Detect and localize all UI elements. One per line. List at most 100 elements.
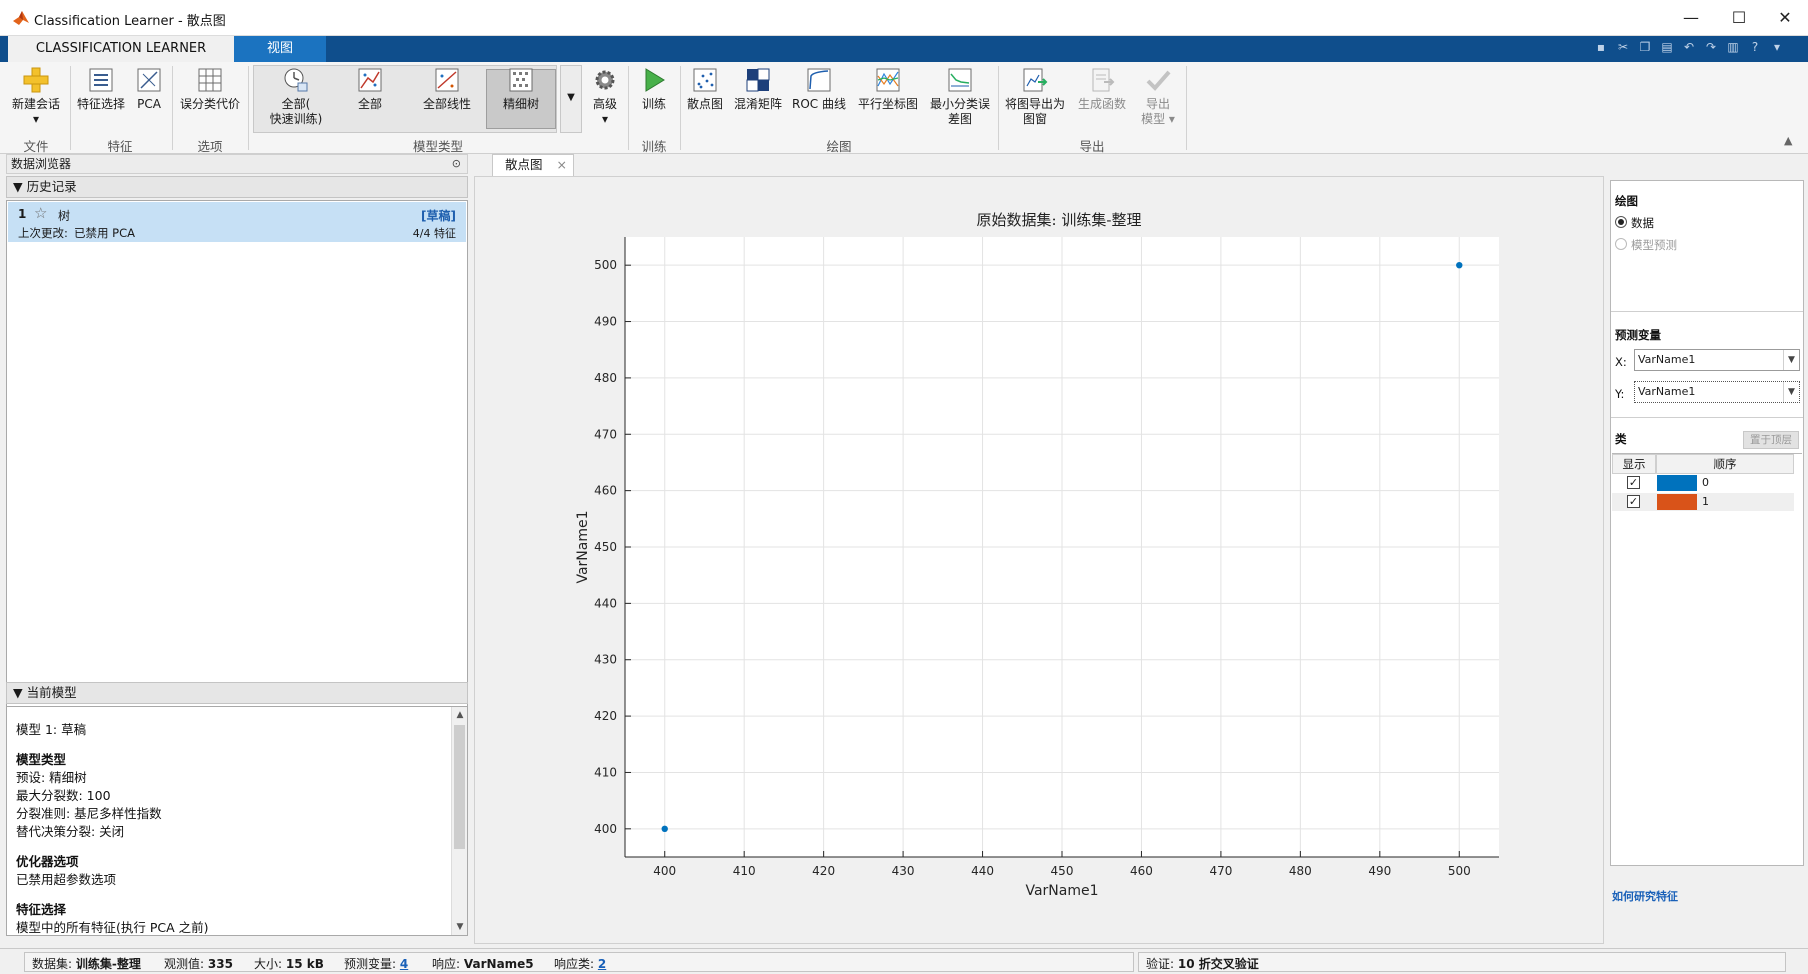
collapse-triangle-icon: ▼ <box>13 179 23 194</box>
tab-view[interactable]: 视图 <box>234 36 326 62</box>
scatter-plot-button[interactable]: 散点图 <box>684 66 726 112</box>
roc-curve-icon <box>807 68 831 92</box>
minimize-button[interactable]: — <box>1677 6 1705 30</box>
maximize-button[interactable]: ☐ <box>1725 6 1753 30</box>
advanced-button[interactable]: 高级 ▾ <box>586 66 624 127</box>
cut-icon[interactable]: ✂ <box>1614 40 1632 58</box>
class-row[interactable]: ✓ 0 <box>1612 474 1794 492</box>
status-observations: 335 <box>207 957 233 971</box>
predictors-heading: 预测变量 <box>1615 328 1661 342</box>
x-tick-label: 450 <box>1051 864 1074 878</box>
class-row[interactable]: ✓ 1 <box>1612 493 1794 511</box>
roc-curve-button[interactable]: ROC 曲线 <box>790 66 848 112</box>
y-predictor-select[interactable]: VarName1 ▼ <box>1634 381 1800 403</box>
export-plot-to-figure-button[interactable]: 将图导出为 图窗 <box>1002 66 1068 127</box>
ribbon-separator <box>998 66 999 150</box>
layout-icon[interactable]: ▥ <box>1724 40 1742 58</box>
x-tick-labels: 400 410 420 430 440 450 460 470 480 490 500 <box>653 864 1470 878</box>
y-axis-select-label: Y: <box>1615 387 1625 401</box>
move-to-top-button[interactable]: 置于顶层 <box>1743 431 1799 449</box>
fine-tree-button[interactable]: 精细树 <box>488 66 554 112</box>
new-session-button[interactable]: 新建会话 ▾ <box>6 66 66 127</box>
min-classification-error-button[interactable]: 最小分类误 差图 <box>926 66 994 127</box>
column-header-show[interactable]: 显示 <box>1612 454 1656 474</box>
collapse-ribbon-icon[interactable]: ▲ <box>1784 134 1792 147</box>
undo-icon[interactable]: ↶ <box>1680 40 1698 58</box>
panel-menu-icon[interactable]: ⊙ <box>452 155 461 173</box>
y-tick-label: 410 <box>594 765 617 779</box>
y-tick-label: 500 <box>594 258 617 272</box>
x-tick-label: 460 <box>1130 864 1153 878</box>
scrollbar-thumb[interactable] <box>454 725 465 849</box>
chevron-down-icon: ▾ <box>601 112 609 126</box>
history-header[interactable]: ▼ 历史记录 <box>6 176 468 198</box>
feature-count: 4/4 特征 <box>412 227 456 240</box>
scroll-down-icon[interactable]: ▼ <box>452 919 467 935</box>
x-tick-label: 480 <box>1289 864 1312 878</box>
ribbon-separator <box>70 66 71 150</box>
help-icon[interactable]: ? <box>1746 40 1764 58</box>
classes-table: 显示 顺序 ✓ 0 ✓ 1 <box>1612 453 1802 865</box>
misclassification-costs-button[interactable]: 误分类代价 <box>176 66 244 112</box>
copy-icon[interactable]: ❐ <box>1636 40 1654 58</box>
scatter-point[interactable] <box>661 825 668 833</box>
class-color-swatch <box>1657 475 1697 491</box>
section-divider <box>1611 417 1803 418</box>
optimizer-options-line: 已禁用超参数选项 <box>16 872 117 887</box>
confusion-matrix-icon <box>746 68 770 92</box>
class-show-checkbox[interactable]: ✓ <box>1627 476 1640 489</box>
redo-icon[interactable]: ↷ <box>1702 40 1720 58</box>
favorite-star-icon[interactable]: ☆ <box>34 204 47 222</box>
plot-area: 原始数据集: 训练集-整理 400 410 420 430 440 450 460 470 48… <box>474 176 1604 944</box>
generate-function-icon <box>1092 68 1115 92</box>
play-icon <box>645 68 665 92</box>
title-bar: Classification Learner - 散点图 — ☐ ✕ <box>0 0 1808 36</box>
quick-access-menu-icon[interactable]: ▾ <box>1768 40 1786 58</box>
all-models-button[interactable]: 全部 <box>336 66 404 112</box>
x-tick-label: 400 <box>653 864 676 878</box>
y-tick-labels: 400 410 420 430 440 450 460 470 480 490 500 <box>594 258 617 836</box>
class-show-checkbox[interactable]: ✓ <box>1627 495 1640 508</box>
ribbon-tab-strip: CLASSIFICATION LEARNER 视图 ▪ ✂ ❐ ▤ ↶ ↷ ▥ … <box>0 36 1808 62</box>
save-icon[interactable]: ▪ <box>1592 40 1610 58</box>
radio-model-predictions[interactable] <box>1615 238 1627 250</box>
section-divider <box>1611 311 1803 312</box>
model-title-line: 模型 1: 草稿 <box>16 722 87 737</box>
scatter-chart[interactable]: 原始数据集: 训练集-整理 400 410 420 430 440 450 460 470 48… <box>475 177 1603 943</box>
export-model-button[interactable]: 导出 模型 ▾ <box>1134 66 1182 127</box>
all-quick-to-train-button[interactable]: 全部( 快速训练) <box>262 66 330 127</box>
fine-tree-icon <box>509 68 533 92</box>
status-predictors-link[interactable]: 4 <box>400 957 408 971</box>
tab-scatter-plot[interactable]: 散点图 × <box>492 154 574 176</box>
paste-icon[interactable]: ▤ <box>1658 40 1676 58</box>
history-item[interactable]: 1 ☆ 树 [草稿] 上次更改: 已禁用 PCA 4/4 特征 <box>8 202 466 242</box>
column-header-order[interactable]: 顺序 <box>1656 454 1794 474</box>
status-bar: 数据集: 训练集-整理 观测值: 335 大小: 15 kB 预测变量: 4 响… <box>0 948 1808 974</box>
radio-data[interactable] <box>1615 216 1627 228</box>
tab-classification-learner[interactable]: CLASSIFICATION LEARNER <box>8 36 234 62</box>
confusion-matrix-button[interactable]: 混淆矩阵 <box>732 66 784 112</box>
train-button[interactable]: 训练 <box>634 66 674 112</box>
parallel-coordinates-button[interactable]: 平行坐标图 <box>854 66 922 112</box>
chevron-down-icon: ▾ <box>32 112 40 126</box>
close-window-button[interactable]: ✕ <box>1771 6 1799 30</box>
y-tick-label: 430 <box>594 653 617 667</box>
scroll-up-icon[interactable]: ▲ <box>452 707 467 723</box>
gallery-expand-button[interactable]: ▼ <box>560 65 582 133</box>
status-response-classes-link[interactable]: 2 <box>598 957 606 971</box>
surrogate-splits-line: 替代决策分裂: 关闭 <box>16 824 125 839</box>
scatter-point[interactable] <box>1456 261 1463 269</box>
pca-button[interactable]: PCA <box>132 66 166 112</box>
x-tick-label: 500 <box>1448 864 1471 878</box>
current-model-header[interactable]: ▼ 当前模型 <box>6 682 468 704</box>
all-linear-button[interactable]: 全部线性 <box>410 66 484 112</box>
close-tab-icon[interactable]: × <box>557 155 567 175</box>
feature-list-icon <box>89 68 113 92</box>
x-predictor-select[interactable]: VarName1 ▼ <box>1634 349 1800 371</box>
new-session-plus-icon <box>23 67 49 93</box>
model-details-scrollbar[interactable]: ▲ ▼ <box>451 707 467 935</box>
feature-selection-button[interactable]: 特征选择 <box>74 66 128 112</box>
generate-function-button[interactable]: 生成函数 <box>1074 66 1130 112</box>
help-link-how-to-investigate-features[interactable]: 如何研究特征 <box>1612 888 1678 904</box>
radio-model-predictions-label: 模型预测 <box>1631 238 1677 252</box>
